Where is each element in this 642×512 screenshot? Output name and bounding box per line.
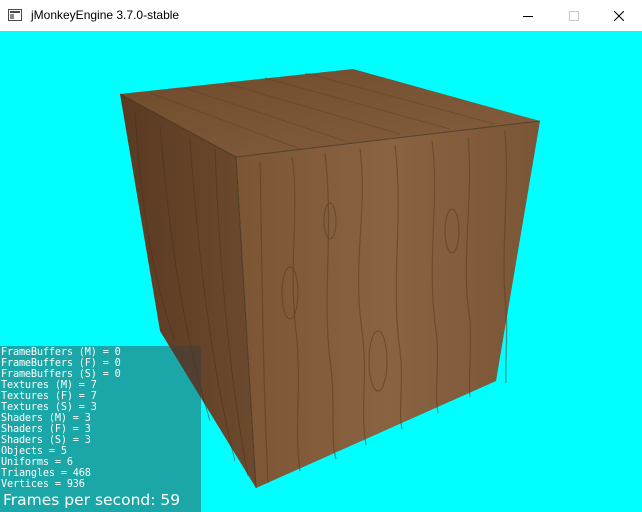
stat-line: Objects = 5: [1, 446, 67, 457]
minimize-icon: [523, 15, 533, 17]
minimize-button[interactable]: [505, 0, 551, 31]
stat-line: Triangles = 468: [1, 468, 91, 479]
window-title: jMonkeyEngine 3.7.0-stable: [31, 8, 180, 22]
close-button[interactable]: [596, 0, 642, 31]
stat-line: FrameBuffers (M) = 0: [1, 347, 121, 358]
stat-line: FrameBuffers (F) = 0: [1, 358, 121, 369]
app-window: jMonkeyEngine 3.7.0-stable FrameBuffers …: [0, 0, 642, 512]
stat-line: Shaders (F) = 3: [1, 424, 91, 435]
stat-line: Shaders (M) = 3: [1, 413, 91, 424]
stats-panel: FrameBuffers (M) = 0 FrameBuffers (F) = …: [0, 346, 201, 512]
fps-counter: Frames per second: 59: [3, 491, 181, 509]
stat-line: Textures (S) = 3: [1, 402, 97, 413]
cube-front-face: [236, 121, 540, 488]
maximize-button[interactable]: [551, 0, 597, 31]
window-app-icon: [8, 9, 22, 21]
stat-line: Uniforms = 6: [1, 457, 73, 468]
maximize-icon: [569, 10, 579, 21]
title-bar[interactable]: jMonkeyEngine 3.7.0-stable: [0, 0, 642, 31]
stat-line: Shaders (S) = 3: [1, 435, 91, 446]
stat-line: Textures (F) = 7: [1, 391, 97, 402]
stat-line: FrameBuffers (S) = 0: [1, 369, 121, 380]
stat-line: Textures (M) = 7: [1, 380, 97, 391]
render-viewport[interactable]: FrameBuffers (M) = 0 FrameBuffers (F) = …: [0, 31, 642, 512]
stat-line: Vertices = 936: [1, 479, 85, 490]
close-icon: [614, 10, 624, 21]
